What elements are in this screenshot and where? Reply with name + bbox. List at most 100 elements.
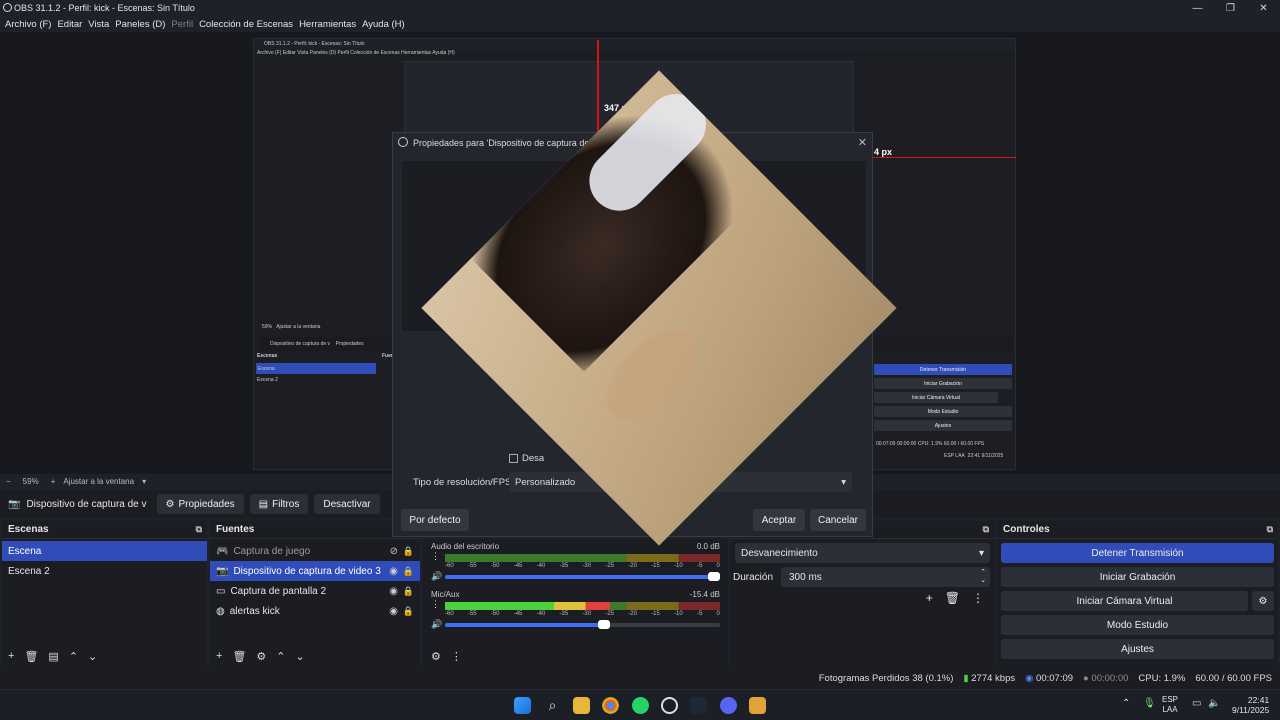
zoom-fit[interactable]: Ajustar a la ventana bbox=[63, 477, 134, 486]
deactivate-checkbox[interactable]: Desa bbox=[509, 453, 544, 464]
app-icon[interactable] bbox=[749, 697, 766, 714]
menu-archivo[interactable]: Archivo (F) bbox=[5, 19, 51, 30]
eye-icon[interactable]: ◉ bbox=[389, 606, 398, 617]
scene-item-escena-2[interactable]: Escena 2 bbox=[2, 561, 207, 581]
tray-chevron-icon[interactable]: ⌃ bbox=[1122, 698, 1130, 709]
nested-props: Propiedades bbox=[335, 341, 364, 347]
obs-icon[interactable] bbox=[661, 697, 678, 714]
transition-type: Desvanecimiento bbox=[741, 547, 818, 559]
scene-item-escena[interactable]: Escena bbox=[2, 541, 207, 561]
zoom-out-button[interactable]: − bbox=[6, 477, 11, 486]
lock-icon[interactable]: 🔒 bbox=[403, 586, 414, 597]
folder-icon[interactable] bbox=[573, 697, 590, 714]
menu-paneles[interactable]: Paneles (D) bbox=[115, 19, 165, 30]
mixer-toolbar: ⚙ ⋮ bbox=[431, 650, 462, 663]
trash-icon[interactable]: 🗑 bbox=[945, 591, 960, 605]
volume-icon[interactable]: 🔈 bbox=[1208, 698, 1220, 709]
checkbox-icon[interactable] bbox=[509, 454, 518, 463]
close-icon[interactable]: ✕ bbox=[858, 136, 867, 149]
gear-icon[interactable]: ⚙ bbox=[256, 650, 266, 663]
sources-toolbar: + 🗑 ⚙ ⌃ ⌄ bbox=[216, 650, 305, 663]
monitor-icon: ▭ bbox=[216, 585, 226, 597]
network-icon[interactable]: ▭ bbox=[1192, 698, 1201, 709]
up-icon[interactable]: ⌃ bbox=[69, 650, 78, 663]
gear-icon[interactable]: ⚙ bbox=[1252, 591, 1274, 611]
mixer-channel: Audio del escritorio 0.0 dB ⋮ -60 -55 -50 -4… bbox=[423, 542, 728, 582]
duration-value: 300 ms bbox=[789, 571, 822, 583]
spin-icon[interactable]: ⌃ ⌄ bbox=[980, 569, 986, 585]
settings-button[interactable]: Ajustes bbox=[1001, 639, 1274, 659]
start-recording-button[interactable]: Iniciar Grabación bbox=[1001, 567, 1274, 587]
search-icon[interactable]: ⌕ bbox=[544, 697, 561, 714]
clock[interactable]: 22:41 9/11/2025 bbox=[1232, 695, 1269, 715]
speaker-icon[interactable]: 🔊 bbox=[431, 571, 445, 582]
defaults-button[interactable]: Por defecto bbox=[401, 509, 469, 531]
source-item[interactable]: 🎮 Captura de juego ⊘ 🔒 bbox=[210, 541, 420, 561]
eye-icon[interactable]: ◉ bbox=[389, 566, 398, 577]
duration-input[interactable]: 300 ms ⌃ ⌄ bbox=[781, 567, 990, 587]
accept-button[interactable]: Aceptar bbox=[753, 509, 805, 531]
trash-icon[interactable]: 🗑 bbox=[232, 650, 246, 663]
filter-icon[interactable]: ▤ bbox=[48, 650, 58, 663]
more-vert-icon[interactable]: ⋮ bbox=[431, 599, 445, 610]
menu-perfil[interactable]: Perfil bbox=[171, 19, 193, 30]
lock-icon[interactable]: 🔒 bbox=[403, 566, 414, 577]
whatsapp-icon[interactable] bbox=[632, 697, 649, 714]
volume-slider[interactable] bbox=[445, 620, 720, 629]
speaker-icon[interactable]: 🔊 bbox=[431, 619, 445, 630]
properties-button[interactable]: ⚙ Propiedades bbox=[156, 494, 244, 514]
duration-label: Duración bbox=[733, 571, 774, 583]
studio-mode-button[interactable]: Modo Estudio bbox=[1001, 615, 1274, 635]
panel-menu-icon[interactable]: ⧉ bbox=[1267, 524, 1273, 535]
minimize-button[interactable]: — bbox=[1181, 0, 1214, 16]
add-icon[interactable]: + bbox=[926, 591, 933, 605]
more-vert-icon[interactable]: ⋮ bbox=[972, 591, 984, 605]
zoom-in-button[interactable]: + bbox=[51, 477, 56, 486]
more-vert-icon[interactable]: ⋮ bbox=[451, 650, 462, 663]
menu-ayuda[interactable]: Ayuda (H) bbox=[362, 19, 405, 30]
windows-start-icon[interactable] bbox=[514, 697, 531, 714]
scenes-toolbar: + 🗑 ▤ ⌃ ⌄ bbox=[8, 650, 97, 663]
deactivate-button[interactable]: Desactivar bbox=[314, 494, 380, 514]
channel-name: Mic/Aux bbox=[431, 590, 460, 599]
window-title: OBS 31.1.2 - Perfil: kick - Escenas: Sin… bbox=[14, 3, 195, 13]
panel-menu-icon[interactable]: ⧉ bbox=[196, 524, 202, 535]
add-icon[interactable]: + bbox=[8, 650, 14, 663]
source-item[interactable]: 📷 Dispositivo de captura de video 3 ◉ 🔒 bbox=[210, 561, 420, 581]
up-icon[interactable]: ⌃ bbox=[276, 650, 285, 663]
discord-icon[interactable] bbox=[720, 697, 737, 714]
menu-editar[interactable]: Editar bbox=[57, 19, 82, 30]
lock-icon[interactable]: 🔒 bbox=[403, 546, 414, 557]
panel-menu-icon[interactable]: ⧉ bbox=[983, 524, 989, 535]
source-label: Captura de pantalla 2 bbox=[230, 585, 327, 597]
source-item[interactable]: ▭ Captura de pantalla 2 ◉ 🔒 bbox=[210, 581, 420, 601]
volume-slider[interactable] bbox=[445, 572, 720, 581]
eye-icon[interactable]: ◉ bbox=[389, 586, 398, 597]
transition-select[interactable]: Desvanecimiento ▾ bbox=[735, 543, 990, 563]
lock-icon[interactable]: 🔒 bbox=[403, 606, 414, 617]
chrome-icon[interactable] bbox=[602, 697, 619, 714]
gear-icon[interactable]: ⚙ bbox=[431, 650, 441, 663]
maximize-button[interactable]: ❐ bbox=[1214, 0, 1247, 16]
stop-stream-button[interactable]: Detener Transmisión bbox=[1001, 543, 1274, 563]
add-icon[interactable]: + bbox=[216, 650, 222, 663]
source-label: Captura de juego bbox=[233, 545, 311, 557]
down-icon[interactable]: ⌄ bbox=[296, 650, 305, 663]
mic-icon[interactable]: 🎙 bbox=[1143, 698, 1156, 709]
menu-vista[interactable]: Vista bbox=[88, 19, 109, 30]
close-button[interactable]: ✕ bbox=[1247, 0, 1280, 16]
trash-icon[interactable]: 🗑 bbox=[24, 650, 38, 663]
menu-bar: Archivo (F) Editar Vista Paneles (D) Per… bbox=[0, 16, 1280, 32]
source-item[interactable]: ◍ alertas kick ◉ 🔒 bbox=[210, 601, 420, 621]
virtual-camera-button[interactable]: Iniciar Cámara Virtual bbox=[1001, 591, 1248, 611]
filters-button[interactable]: ▤ Filtros bbox=[249, 494, 309, 514]
down-icon[interactable]: ⌄ bbox=[88, 650, 97, 663]
cancel-button[interactable]: Cancelar bbox=[810, 509, 866, 531]
steam-icon[interactable] bbox=[690, 697, 707, 714]
more-vert-icon[interactable]: ⋮ bbox=[431, 551, 445, 562]
eye-hidden-icon[interactable]: ⊘ bbox=[390, 546, 398, 557]
chevron-down-icon[interactable]: ▾ bbox=[142, 477, 146, 486]
menu-coleccion[interactable]: Colección de Escenas bbox=[199, 19, 293, 30]
menu-herramientas[interactable]: Herramientas bbox=[299, 19, 356, 30]
language-indicator[interactable]: ESP LAA bbox=[1162, 695, 1178, 715]
